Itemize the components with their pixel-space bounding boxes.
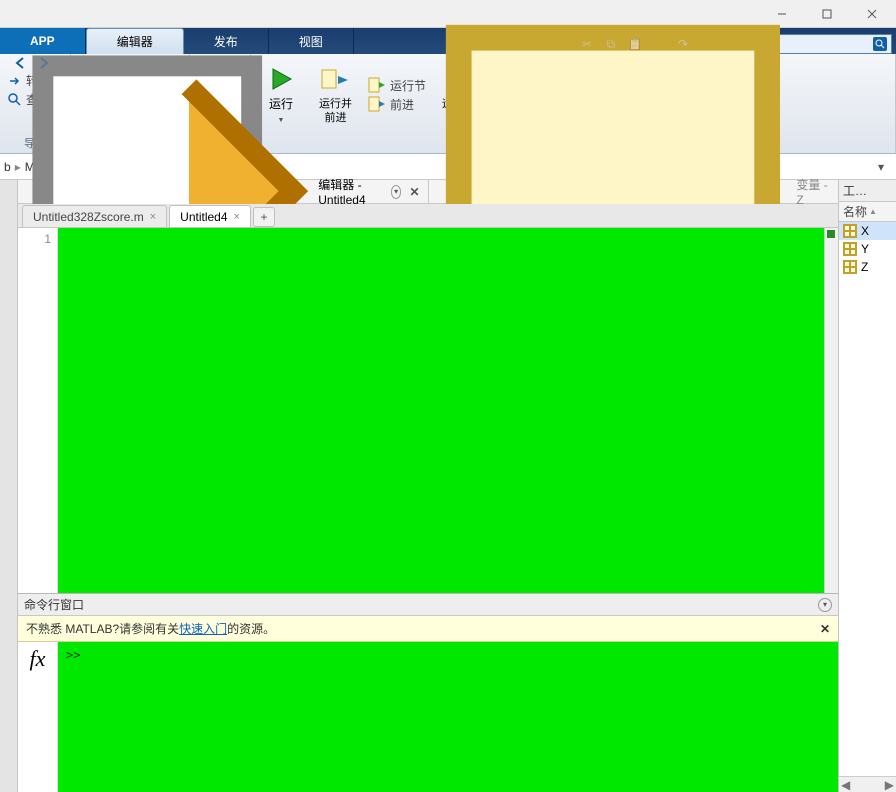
workspace-column-header[interactable]: 名称▲	[839, 202, 896, 222]
bc-dropdown-icon[interactable]: ▾	[878, 160, 892, 174]
new-tab-button[interactable]: +	[253, 207, 275, 227]
line-number-gutter: 1	[18, 228, 58, 593]
close-icon[interactable]: ✕	[405, 185, 423, 199]
getting-started-banner: 不熟悉 MATLAB?请参阅有关快速入门的资源。 ✕	[18, 616, 838, 642]
left-gutter[interactable]	[0, 180, 18, 792]
editor-tab[interactable]: Untitled328Zscore.m×	[22, 205, 167, 227]
workspace-var[interactable]: Z	[839, 258, 896, 276]
advance-button[interactable]: 前进	[368, 96, 426, 113]
fx-icon[interactable]: fx	[18, 642, 58, 792]
close-icon[interactable]: ×	[234, 211, 240, 223]
qat-redo-icon[interactable]: ↷	[674, 35, 692, 53]
qat-paste-icon[interactable]: 📋	[626, 35, 644, 53]
search-icon[interactable]	[873, 37, 887, 51]
code-analyzer-bar[interactable]	[824, 228, 838, 593]
analyzer-ok-icon	[827, 230, 835, 238]
matrix-icon	[843, 224, 857, 238]
command-input-area[interactable]: >>	[58, 642, 838, 792]
command-window-title: 命令行窗口	[24, 596, 84, 613]
prompt: >>	[66, 648, 80, 662]
command-window-panel: 命令行窗口 ▾ 不熟悉 MATLAB?请参阅有关快速入门的资源。 ✕ fx >>	[18, 593, 838, 792]
banner-close-icon[interactable]: ✕	[820, 622, 830, 636]
editor-tabs: Untitled328Zscore.m× Untitled4× +	[18, 204, 838, 228]
quickstart-link[interactable]: 快速入门	[179, 622, 227, 636]
panel-menu-icon[interactable]: ▾	[391, 185, 402, 199]
workspace-var[interactable]: X	[839, 222, 896, 240]
editor-tab-active[interactable]: Untitled4×	[169, 205, 251, 227]
workspace-var[interactable]: Y	[839, 240, 896, 258]
matrix-icon	[843, 242, 857, 256]
matrix-icon	[843, 260, 857, 274]
run-section-button[interactable]: 运行节	[368, 77, 426, 94]
qat-cut-icon[interactable]: ✂	[578, 35, 596, 53]
bc-arrow-icon: ▸	[15, 160, 21, 174]
bc-seg[interactable]: b	[4, 160, 11, 174]
window-close-button[interactable]	[849, 3, 894, 25]
code-area[interactable]	[58, 228, 824, 593]
editor-panel-header[interactable]: 编辑器 - Untitled4 ▾ ✕	[18, 180, 428, 204]
run-advance-button[interactable]: 运行并 前进	[313, 64, 358, 124]
panel-menu-icon[interactable]: ▾	[818, 598, 832, 612]
sort-asc-icon: ▲	[869, 207, 877, 216]
workspace-hscroll[interactable]: ◀▶	[839, 776, 896, 792]
close-icon[interactable]: ×	[150, 211, 156, 223]
qat-copy-icon[interactable]: ⧉	[602, 35, 620, 53]
editor-body: 1	[18, 228, 838, 593]
variables-panel-header[interactable]: 变量 - Z	[428, 180, 839, 204]
workspace-panel: 工… 名称▲ X Y Z ◀▶	[838, 180, 896, 792]
workspace-title: 工…	[843, 182, 867, 199]
window-maximize-button[interactable]	[804, 3, 849, 25]
main-area: 编辑器 - Untitled4 ▾ ✕ 变量 - Z Untitled328Zs…	[0, 180, 896, 792]
